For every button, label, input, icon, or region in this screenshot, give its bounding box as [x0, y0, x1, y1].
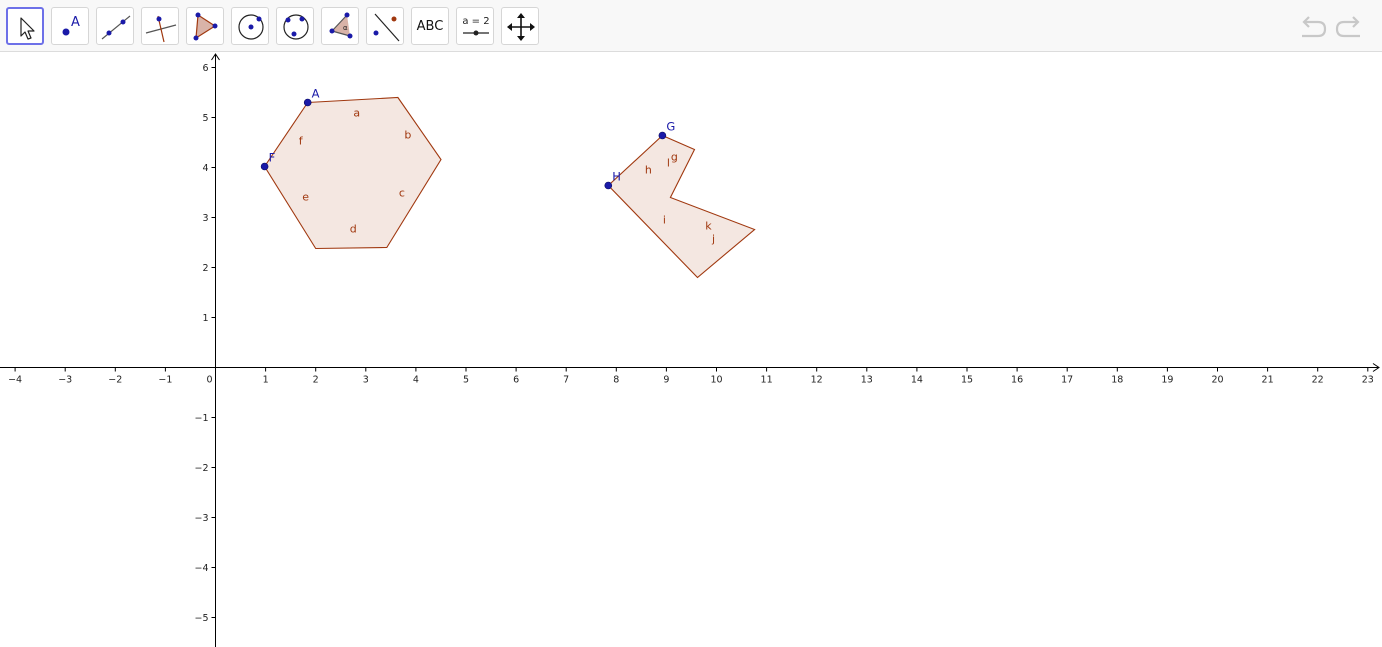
- undo-icon: [1302, 16, 1327, 38]
- x-tick-label: 2: [313, 375, 319, 386]
- slider-tool-button[interactable]: a = 2: [456, 7, 494, 45]
- x-tick-label: 20: [1211, 375, 1223, 386]
- y-tick-label: −2: [194, 463, 208, 474]
- point-label-H: H: [612, 170, 621, 184]
- x-tick-label: 3: [363, 375, 369, 386]
- x-tick-label: −4: [8, 375, 22, 386]
- redo-icon: [1335, 16, 1360, 38]
- circle-three-points-icon: [283, 14, 309, 40]
- segment-label-d: d: [350, 223, 357, 236]
- concave-polygon-polygon[interactable]: [607, 134, 756, 279]
- toolbar: A α ABC a = 2: [0, 0, 1382, 52]
- slider-icon: a = 2: [462, 16, 490, 36]
- x-tick-label: 22: [1312, 375, 1324, 386]
- polygon-icon: [193, 12, 218, 41]
- undo-button[interactable]: [1296, 10, 1330, 42]
- reflect-tool-button[interactable]: [366, 7, 404, 45]
- x-tick-label: 13: [861, 375, 873, 386]
- x-tick-label: 19: [1161, 375, 1173, 386]
- angle-tool-button[interactable]: α: [321, 7, 359, 45]
- x-tick-label: 6: [513, 375, 519, 386]
- circle-center-point-tool-button[interactable]: [231, 7, 269, 45]
- move-arrows-icon: [507, 13, 535, 41]
- segment-label-l: l: [667, 157, 670, 170]
- move-graphics-view-tool-button[interactable]: [501, 7, 539, 45]
- x-tick-label: 1: [263, 375, 269, 386]
- x-tick-label: 10: [710, 375, 722, 386]
- y-tick-label: 2: [202, 263, 208, 274]
- x-tick-label: 18: [1111, 375, 1123, 386]
- graphics-view[interactable]: −4 −3 −2 −1 0 1 2 3 4 5 6 7 8 9 10 11 12 13 14 15 16 17 18 19 20…: [0, 52, 1382, 647]
- y-tick-label: −3: [194, 513, 208, 524]
- segment-label-j: j: [711, 233, 715, 246]
- x-tick-label: 11: [761, 375, 773, 386]
- x-tick-label: −3: [58, 375, 72, 386]
- segment-label-e: e: [302, 191, 309, 204]
- y-tick-label: −4: [194, 563, 208, 574]
- x-tick-label: 16: [1011, 375, 1023, 386]
- segment-label-k: k: [705, 220, 712, 233]
- text-tool-button[interactable]: ABC: [411, 7, 449, 45]
- y-tick-label: −5: [194, 613, 208, 624]
- x-tick-label: 8: [613, 375, 619, 386]
- x-tick-label: 15: [961, 375, 973, 386]
- polygons: abcdefglkjih: [263, 96, 756, 279]
- text-icon: ABC: [416, 18, 444, 34]
- line-through-points-icon: [101, 15, 131, 40]
- x-tick-label: 14: [911, 375, 923, 386]
- svg-text:a = 2: a = 2: [462, 16, 489, 27]
- angle-icon: α: [329, 12, 353, 39]
- axes: −4 −3 −2 −1 0 1 2 3 4 5 6 7 8 9 10 11 12 13 14 15 16 17 18 19 20…: [0, 53, 1380, 647]
- point-G[interactable]: [658, 131, 667, 140]
- y-tick-label: 6: [202, 63, 208, 74]
- segment-label-b: b: [404, 129, 411, 142]
- x-tick-label: −2: [108, 375, 122, 386]
- point-A[interactable]: [303, 98, 312, 107]
- redo-button[interactable]: [1332, 10, 1366, 42]
- point-label-G: G: [666, 120, 675, 134]
- x-tick-label: 9: [663, 375, 669, 386]
- line-tool-button[interactable]: [96, 7, 134, 45]
- circle-three-points-tool-button[interactable]: [276, 7, 314, 45]
- y-tick-label: 5: [202, 113, 208, 124]
- segment-label-h: h: [645, 164, 652, 177]
- segment-label-i: i: [663, 214, 666, 227]
- point-label-F: F: [269, 151, 276, 165]
- move-tool-button[interactable]: [6, 7, 44, 45]
- x-tick-label: 7: [563, 375, 569, 386]
- polygon-tool-button[interactable]: [186, 7, 224, 45]
- svg-text:A: A: [71, 15, 80, 30]
- x-tick-label: 17: [1061, 375, 1073, 386]
- circle-center-icon: [238, 14, 264, 40]
- point-tool-button[interactable]: A: [51, 7, 89, 45]
- reflect-about-line-icon: [373, 13, 400, 42]
- x-tick-label: 21: [1262, 375, 1274, 386]
- x-tick-label: 23: [1362, 375, 1374, 386]
- y-tick-label: 3: [202, 213, 208, 224]
- segment-label-c: c: [399, 187, 405, 200]
- x-tick-label: 12: [811, 375, 823, 386]
- point-H[interactable]: [604, 181, 613, 190]
- y-tick-label: 1: [202, 313, 208, 324]
- point-label-A: A: [312, 87, 320, 101]
- segment-label-a: a: [353, 107, 360, 120]
- point-icon: A: [62, 15, 80, 36]
- x-tick-label: 5: [463, 375, 469, 386]
- x-tick-label: 0: [206, 375, 212, 386]
- perpendicular-line-tool-button[interactable]: [141, 7, 179, 45]
- perpendicular-line-icon: [145, 15, 177, 43]
- y-tick-label: −1: [194, 413, 208, 424]
- x-tick-label: −1: [158, 375, 172, 386]
- segment-label-g: g: [671, 151, 678, 164]
- point-F[interactable]: [260, 162, 269, 171]
- x-tick-label: 4: [413, 375, 419, 386]
- svg-text:α: α: [343, 24, 348, 32]
- y-tick-label: 4: [202, 163, 208, 174]
- cursor-arrow-icon: [20, 17, 35, 40]
